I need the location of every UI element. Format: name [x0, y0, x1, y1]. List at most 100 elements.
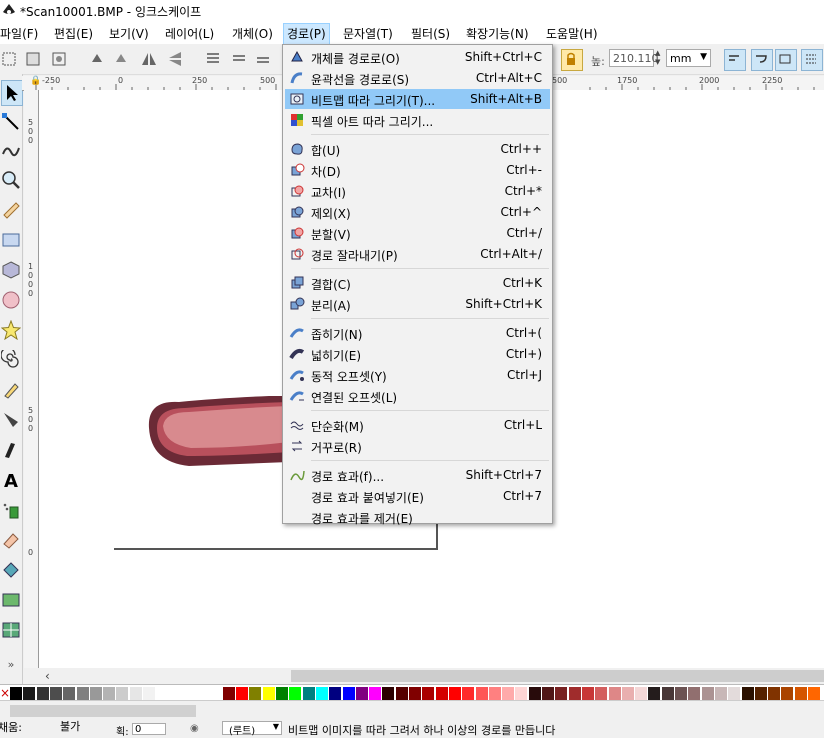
menu-filters[interactable]: 필터(S) [408, 25, 453, 42]
palette-swatch[interactable] [36, 687, 49, 700]
palette-swatch[interactable] [701, 687, 714, 700]
palette-swatch[interactable] [595, 687, 608, 700]
path-menu-item[interactable]: 합(U) Ctrl++ [285, 139, 550, 159]
palette-swatch[interactable] [382, 687, 395, 700]
lock-icon[interactable] [561, 49, 583, 71]
ellipse-tool-icon[interactable] [1, 288, 21, 312]
spiral-tool-icon[interactable] [0, 347, 21, 372]
menu-file[interactable]: 파일(F) [0, 25, 41, 42]
select-all-layers-icon[interactable] [24, 50, 42, 68]
scale-corners-icon[interactable] [751, 49, 773, 71]
palette-swatch[interactable] [661, 687, 674, 700]
select-all-icon[interactable] [0, 50, 18, 68]
palette-swatch[interactable] [89, 687, 102, 700]
palette-swatch[interactable] [156, 687, 169, 700]
ruler-lock-icon[interactable]: 🔒 [30, 76, 41, 86]
palette-swatch[interactable] [409, 687, 421, 700]
path-menu-item[interactable]: 넓히기(E) Ctrl+) [285, 344, 550, 364]
palette-swatch[interactable] [422, 687, 435, 700]
palette-swatch[interactable] [462, 687, 475, 700]
palette-swatch[interactable] [435, 687, 448, 700]
palette-swatch[interactable] [635, 687, 648, 700]
scroll-left-icon[interactable]: ‹ [45, 669, 50, 683]
rotate-cw-icon[interactable] [112, 50, 130, 68]
menu-view[interactable]: 보기(V) [106, 25, 152, 42]
mesh-tool-icon[interactable] [1, 618, 21, 642]
menu-layer[interactable]: 레이어(L) [162, 25, 217, 42]
flip-horizontal-icon[interactable] [140, 50, 158, 68]
palette-swatch[interactable] [302, 687, 315, 700]
palette-swatch[interactable] [236, 687, 249, 700]
flip-vertical-icon[interactable] [166, 50, 184, 68]
palette-swatch[interactable] [542, 687, 554, 700]
deselect-icon[interactable] [50, 50, 68, 68]
node-tool-icon[interactable] [1, 110, 21, 134]
height-input[interactable]: 210.110 [609, 49, 659, 67]
stroke-width-input[interactable]: 0 [132, 723, 166, 735]
palette-swatch[interactable] [475, 687, 488, 700]
palette-swatch[interactable] [262, 687, 275, 700]
palette-swatch[interactable] [63, 687, 76, 700]
3d-box-tool-icon[interactable] [1, 258, 21, 282]
menu-object[interactable]: 개체(O) [229, 25, 276, 42]
raise-to-top-icon[interactable] [204, 50, 222, 68]
path-menu-item[interactable]: 픽셀 아트 따라 그리기... [285, 110, 550, 130]
palette-swatch[interactable] [143, 687, 155, 700]
path-menu-item[interactable]: 차(D) Ctrl+- [285, 160, 550, 180]
menu-text[interactable]: 문자열(T) [340, 25, 396, 42]
selector-tool-icon[interactable] [1, 80, 23, 106]
pen-tool-icon[interactable] [1, 408, 21, 432]
star-tool-icon[interactable] [0, 318, 22, 342]
path-menu-item[interactable]: 경로 잘라내기(P) Ctrl+Alt+/ [285, 244, 550, 264]
move-gradients-icon[interactable] [775, 49, 797, 71]
move-patterns-icon[interactable] [801, 49, 823, 71]
path-menu-item[interactable]: 경로 효과를 제거(E) [285, 507, 550, 527]
menu-path[interactable]: 경로(P) [283, 23, 330, 45]
lower-icon[interactable] [254, 50, 272, 68]
palette-swatch[interactable] [23, 687, 36, 700]
palette-swatch[interactable] [395, 687, 408, 700]
palette-swatch[interactable] [276, 687, 288, 700]
palette-swatch[interactable] [129, 687, 142, 700]
path-menu-item[interactable]: 윤곽선을 경로로(S) Ctrl+Alt+C [285, 68, 550, 88]
gradient-tool-icon[interactable] [1, 588, 21, 612]
palette-swatch[interactable] [621, 687, 634, 700]
palette-swatch[interactable] [781, 687, 794, 700]
path-menu-item[interactable]: 교차(I) Ctrl+* [285, 181, 550, 201]
palette-swatch[interactable] [169, 687, 182, 700]
path-menu-item[interactable]: 경로 효과(f)... Shift+Ctrl+7 [285, 465, 550, 485]
path-menu-item[interactable]: 분할(V) Ctrl+/ [285, 223, 550, 243]
palette-swatch[interactable] [714, 687, 727, 700]
palette-swatch[interactable] [728, 687, 741, 700]
path-menu-item[interactable]: 결합(C) Ctrl+K [285, 273, 550, 293]
path-menu-item[interactable]: 거꾸로(R) [285, 436, 550, 456]
palette-swatch[interactable] [182, 687, 195, 700]
palette-swatch[interactable] [249, 687, 262, 700]
eraser-tool-icon[interactable] [1, 528, 21, 552]
path-menu-item[interactable]: 분리(A) Shift+Ctrl+K [285, 294, 550, 314]
palette-swatch[interactable] [289, 687, 302, 700]
palette-swatch[interactable] [555, 687, 568, 700]
palette-swatch[interactable] [741, 687, 754, 700]
palette-swatch[interactable] [568, 687, 581, 700]
palette-swatch[interactable] [581, 687, 594, 700]
path-menu-item[interactable]: 연결된 오프셋(L) [285, 386, 550, 406]
path-menu-item[interactable]: 경로 효과 붙여넣기(E) Ctrl+7 [285, 486, 550, 506]
palette-swatch[interactable] [209, 687, 222, 700]
palette-swatch[interactable] [515, 687, 528, 700]
palette-swatch[interactable] [315, 687, 328, 700]
palette-swatch[interactable] [49, 687, 62, 700]
path-menu-item[interactable]: 제외(X) Ctrl+^ [285, 202, 550, 222]
palette-swatch[interactable] [502, 687, 515, 700]
measure-tool-icon[interactable] [1, 198, 21, 222]
calligraphy-tool-icon[interactable] [1, 438, 21, 462]
scale-stroke-icon[interactable] [724, 49, 746, 71]
palette-swatch[interactable] [116, 687, 129, 700]
palette-swatch[interactable] [768, 687, 781, 700]
zoom-tool-icon[interactable] [1, 168, 21, 192]
scrollbar-thumb[interactable] [291, 670, 824, 682]
path-menu-item[interactable]: 단순화(M) Ctrl+L [285, 415, 550, 435]
menu-edit[interactable]: 편집(E) [51, 25, 96, 42]
tweak-tool-icon[interactable] [1, 138, 21, 162]
palette-swatch[interactable] [648, 687, 661, 700]
